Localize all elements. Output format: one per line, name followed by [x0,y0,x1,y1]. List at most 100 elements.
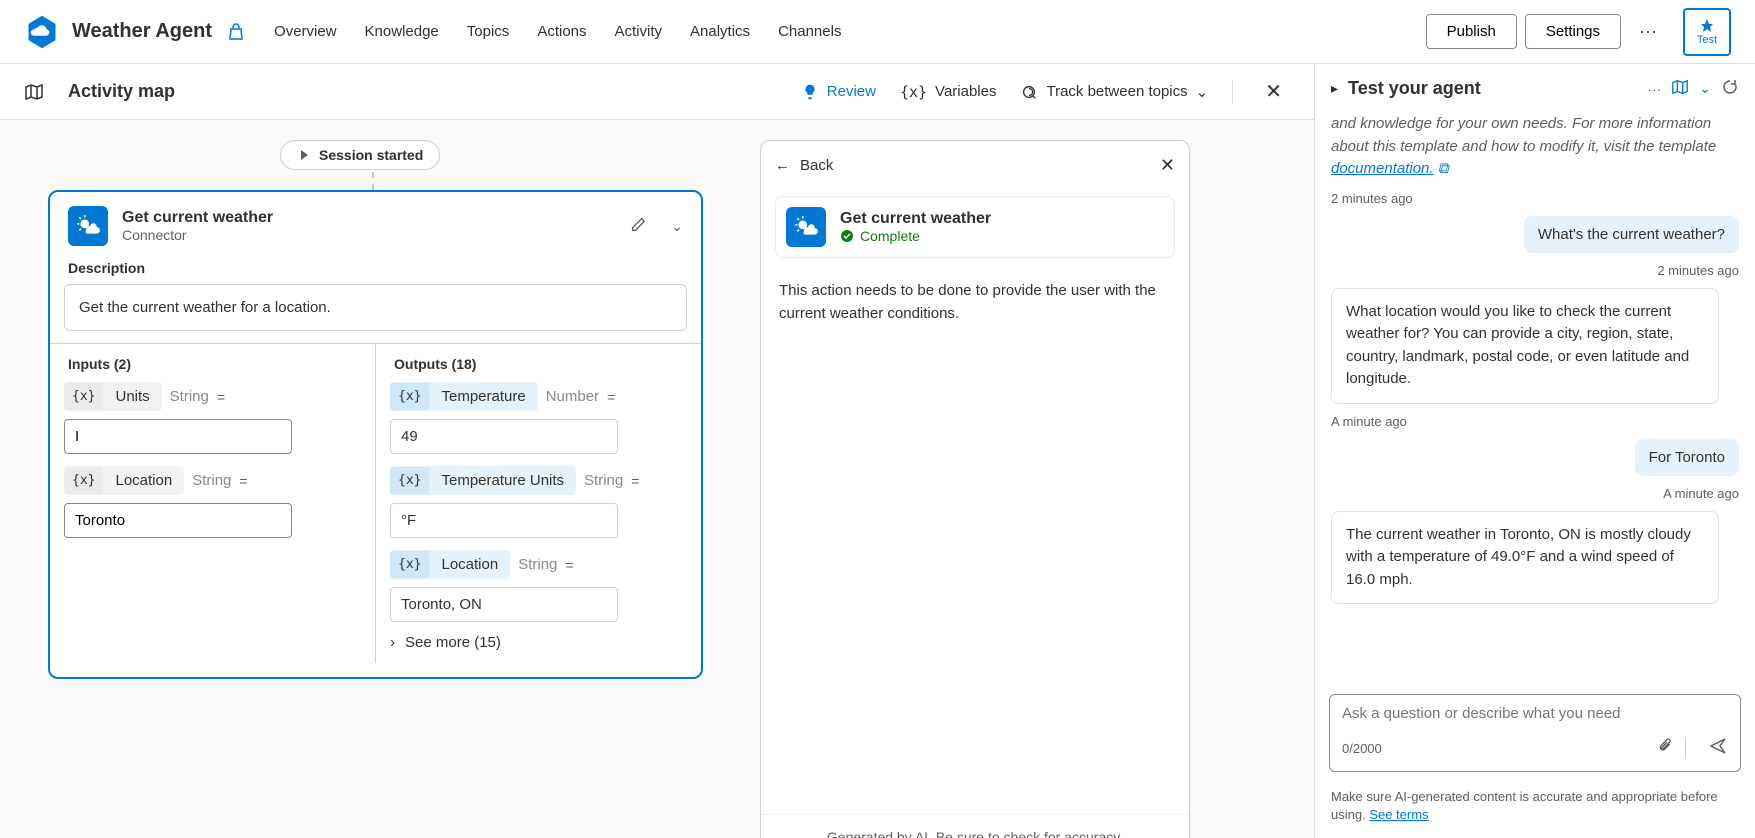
tab-channels[interactable]: Channels [778,23,841,40]
weather-icon [68,206,108,246]
back-label: Back [800,157,833,174]
bot-message: What location would you like to check th… [1331,288,1719,404]
connector-line [372,172,374,190]
close-icon[interactable]: ✕ [1257,79,1290,104]
timestamp: 2 minutes ago [1331,191,1413,206]
refresh-icon[interactable] [1721,78,1739,99]
sys-msg-text: and knowledge for your own needs. For mo… [1331,115,1716,155]
more-icon[interactable]: ··· [1647,81,1661,97]
publish-button[interactable]: Publish [1426,14,1517,49]
connector-node[interactable]: Get current weather Connector ⌄ Descript… [48,190,703,679]
chevron-down-icon: ⌄ [1196,83,1209,101]
output-loc-row: {x}Location String = [390,550,687,579]
attachment-icon[interactable] [1657,737,1675,760]
session-started-pill[interactable]: Session started [280,140,440,170]
tab-overview[interactable]: Overview [274,23,337,40]
timestamp: A minute ago [1331,414,1407,429]
output-temp-name: Temperature [429,382,537,411]
test-panel-title: Test your agent [1348,78,1637,99]
canvas-body[interactable]: Session started Get current weather Conn… [0,120,1314,838]
tab-analytics[interactable]: Analytics [690,23,750,40]
weather-icon [786,207,826,247]
track-button[interactable]: Track between topics ⌄ [1020,83,1208,101]
detail-body: This action needs to be done to provide … [761,264,1189,341]
see-more-button[interactable]: › See more (15) [390,634,687,651]
var-icon: {x} [390,467,429,494]
session-started-label: Session started [319,147,423,163]
test-button[interactable]: Test [1683,8,1731,56]
pin-icon [1699,18,1715,34]
more-icon[interactable]: ··· [1629,21,1667,42]
user-message: What's the current weather? [1524,216,1739,253]
close-icon[interactable]: ✕ [1160,155,1175,176]
divider [1232,80,1233,104]
lightbulb-icon [801,83,819,101]
output-tempunits-row: {x}Temperature Units String = [390,466,687,495]
output-tempunits-value: °F [390,503,618,538]
app-logo-icon [24,14,60,50]
test-panel-header: ▸ Test your agent ··· ⌄ [1315,64,1755,113]
edit-icon[interactable] [629,216,647,237]
variables-button[interactable]: {x} Variables [900,83,997,101]
equals: = [631,473,639,489]
output-loc-value: Toronto, ON [390,587,618,622]
equals: = [217,389,225,405]
var-icon: {x} [390,383,429,410]
map-icon[interactable] [1671,78,1689,99]
documentation-link[interactable]: documentation. [1331,160,1434,177]
bag-icon[interactable] [226,22,246,42]
send-icon[interactable] [1708,736,1728,761]
chevron-down-icon[interactable]: ⌄ [1699,80,1711,97]
node-header: Get current weather Connector ⌄ [50,192,701,260]
equals: = [565,557,573,573]
status-label: Complete [860,228,920,244]
inputs-heading: Inputs (2) [64,356,361,372]
canvas-toolbar: Activity map Review {x} Variables Track … [0,64,1314,120]
disclaimer: Make sure AI-generated content is accura… [1315,782,1755,838]
output-temp-type: Number [546,388,599,405]
detail-footer: Generated by AI. Be sure to check for ac… [761,814,1189,838]
tab-knowledge[interactable]: Knowledge [365,23,439,40]
outputs-heading: Outputs (18) [390,356,687,372]
back-button[interactable]: ← Back [775,157,833,174]
input-location-type: String [192,472,231,489]
arrow-left-icon: ← [775,157,790,174]
input-location-value[interactable] [64,503,292,538]
tab-actions[interactable]: Actions [537,23,586,40]
input-location-row: {x}Location String = [64,466,361,495]
inputs-column: Inputs (2) {x}Units String = {x}Location… [50,344,376,663]
variables-icon: {x} [900,83,927,101]
chat-input[interactable] [1342,705,1728,722]
external-link-icon: ⧉ [1438,160,1449,177]
settings-button[interactable]: Settings [1525,14,1621,49]
input-units-value[interactable] [64,419,292,454]
chevron-right-icon: › [390,634,395,651]
chat-body[interactable]: and knowledge for your own needs. For mo… [1315,113,1755,684]
variables-label: Variables [935,83,996,100]
tab-activity[interactable]: Activity [615,23,663,40]
system-message: and knowledge for your own needs. For mo… [1331,113,1739,181]
track-icon [1020,83,1038,101]
output-temp-row: {x}Temperature Number = [390,382,687,411]
check-circle-icon [840,229,854,243]
test-panel: ▸ Test your agent ··· ⌄ and knowledge fo… [1315,64,1755,838]
io-grid: Inputs (2) {x}Units String = {x}Location… [50,343,701,663]
detail-panel: ← Back ✕ Get current weather Complete [760,140,1190,838]
see-terms-link[interactable]: See terms [1369,807,1428,822]
input-location-name: Location [103,466,184,495]
chevron-down-icon[interactable]: ⌄ [671,218,683,235]
chevron-right-icon[interactable]: ▸ [1331,80,1338,97]
detail-header: ← Back ✕ [761,141,1189,190]
input-units-row: {x}Units String = [64,382,361,411]
output-loc-name: Location [429,550,510,579]
output-temp-value: 49 [390,419,618,454]
outputs-column: Outputs (18) {x}Temperature Number = 49 … [376,344,701,663]
review-button[interactable]: Review [801,83,876,101]
track-label: Track between topics [1046,83,1187,100]
nav-tabs: Overview Knowledge Topics Actions Activi… [274,23,841,40]
review-label: Review [827,83,876,100]
var-icon: {x} [64,383,103,410]
divider [1685,738,1686,758]
tab-topics[interactable]: Topics [467,23,510,40]
output-tempunits-type: String [584,472,623,489]
